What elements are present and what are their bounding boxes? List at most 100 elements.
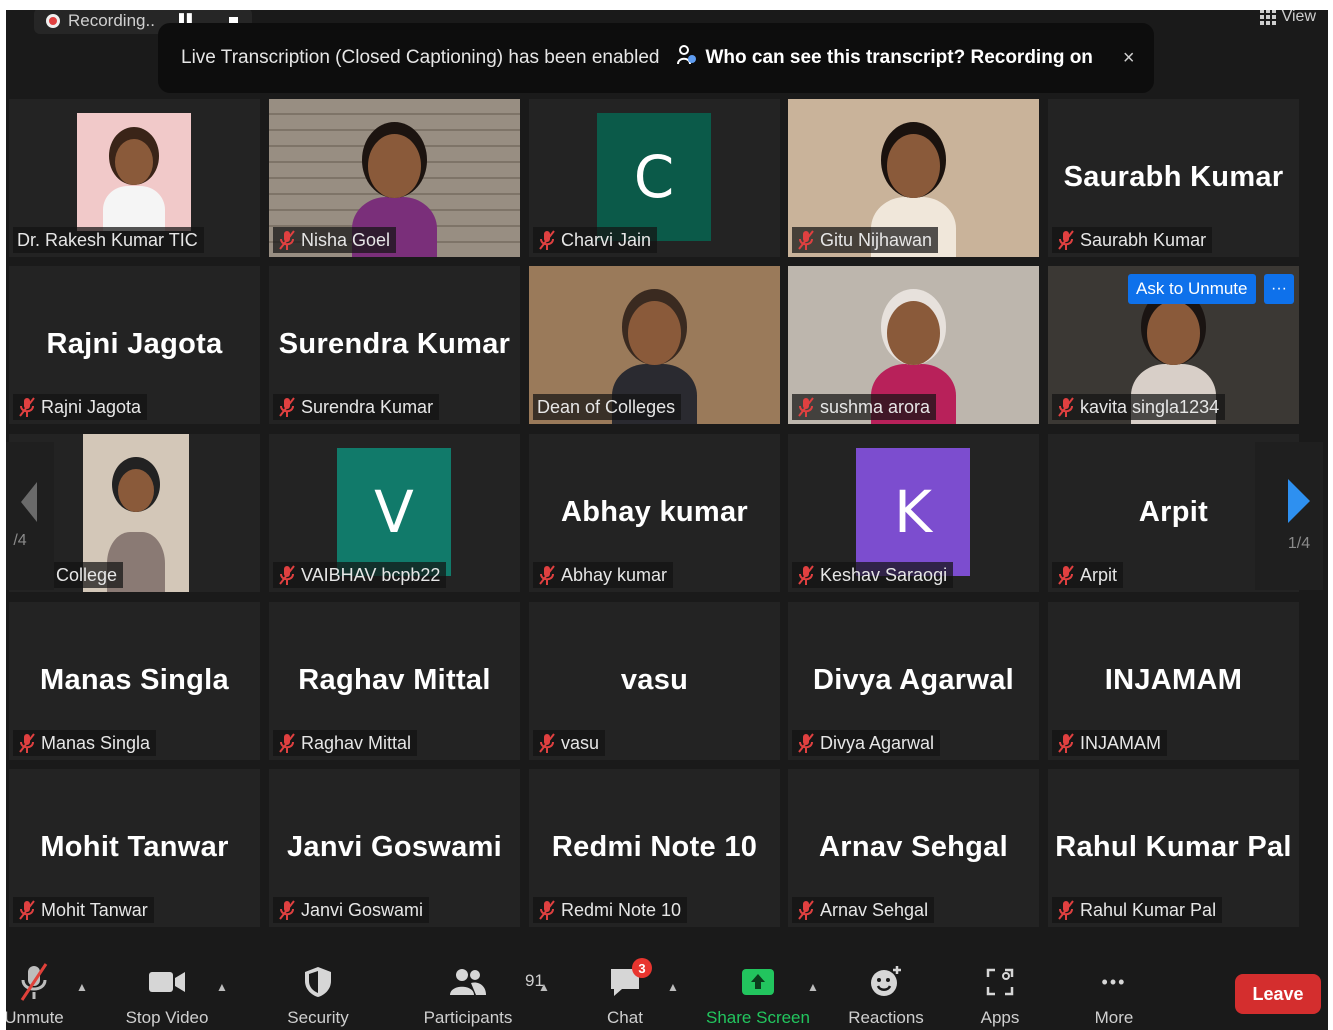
- security-button[interactable]: Security: [263, 962, 373, 1028]
- muted-microphone-icon: [277, 229, 297, 251]
- who-can-see-transcript-link[interactable]: Who can see this transcript? Recording o…: [705, 47, 1092, 69]
- participant-tile[interactable]: Mohit Tanwar Mohit Tanwar: [9, 769, 260, 927]
- participant-display-name: Raghav Mittal: [298, 664, 491, 696]
- muted-microphone-icon: [796, 396, 816, 418]
- participant-display-name: INJAMAM: [1104, 664, 1243, 696]
- recording-icon: [46, 14, 60, 28]
- more-dots-icon: •••: [1101, 971, 1127, 992]
- share-screen-label: Share Screen: [706, 1008, 810, 1027]
- share-screen-button[interactable]: Share Screen: [703, 962, 813, 1028]
- leave-button[interactable]: Leave: [1235, 974, 1321, 1014]
- participant-tile[interactable]: Rajni Jagota Rajni Jagota: [9, 266, 260, 424]
- participant-name: Saurabh Kumar: [1080, 229, 1207, 250]
- participant-tile[interactable]: Nisha Goel: [269, 99, 520, 257]
- muted-microphone-icon: [277, 564, 297, 586]
- chat-options-chevron-up-icon[interactable]: ▲: [667, 980, 679, 994]
- audio-options-chevron-up-icon[interactable]: ▲: [76, 980, 88, 994]
- previous-page-button[interactable]: /4: [6, 442, 54, 590]
- share-options-chevron-up-icon[interactable]: ▲: [807, 980, 819, 994]
- view-button[interactable]: View: [1259, 10, 1316, 26]
- muted-microphone-icon: [1056, 564, 1076, 586]
- participants-options-chevron-up-icon[interactable]: ▲: [538, 980, 550, 994]
- participant-name-label: Arnav Sehgal: [792, 897, 935, 923]
- next-page-button[interactable]: 1/4: [1255, 442, 1323, 590]
- participant-tile[interactable]: V VAIBHAV bcpb22: [269, 434, 520, 592]
- participant-display-name: Divya Agarwal: [812, 664, 1015, 696]
- people-privacy-icon: [677, 44, 697, 72]
- participant-name-label: Redmi Note 10: [533, 897, 688, 923]
- participant-display-name: Redmi Note 10: [551, 831, 758, 863]
- participant-display-name: Abhay kumar: [560, 496, 749, 528]
- share-screen-icon: [740, 962, 776, 1002]
- muted-microphone-icon: [537, 732, 557, 754]
- participant-name: INJAMAM: [1080, 732, 1161, 753]
- muted-microphone-icon: [1056, 899, 1076, 921]
- participant-video: [77, 113, 191, 231]
- participant-tile[interactable]: sushma arora: [788, 266, 1039, 424]
- participant-name: VAIBHAV bcpb22: [301, 564, 441, 585]
- muted-microphone-icon: [537, 899, 557, 921]
- chevron-left-icon: [21, 482, 37, 522]
- participant-avatar: C: [597, 113, 711, 241]
- muted-microphone-icon: [796, 229, 816, 251]
- participant-tile[interactable]: Raghav Mittal Raghav Mittal: [269, 602, 520, 760]
- participant-tile[interactable]: Dean of Colleges: [529, 266, 780, 424]
- participant-tile[interactable]: vasu vasu: [529, 602, 780, 760]
- participant-tile[interactable]: Manas Singla Manas Singla: [9, 602, 260, 760]
- participant-name: Raghav Mittal: [301, 732, 412, 753]
- participant-name-label: Rajni Jagota: [13, 394, 148, 420]
- participants-button[interactable]: 91 Participants: [413, 962, 544, 1028]
- muted-microphone-icon: [17, 899, 37, 921]
- reactions-button[interactable]: Reactions: [831, 962, 941, 1028]
- more-button[interactable]: ••• More: [1059, 962, 1169, 1028]
- participant-tile[interactable]: Abhay kumar Abhay kumar: [529, 434, 780, 592]
- participant-tile[interactable]: Redmi Note 10 Redmi Note 10: [529, 769, 780, 927]
- participant-name-label: Manas Singla: [13, 730, 157, 756]
- participant-tile[interactable]: Surendra Kumar Surendra Kumar: [269, 266, 520, 424]
- participant-tile[interactable]: Divya Agarwal Divya Agarwal: [788, 602, 1039, 760]
- participant-tile[interactable]: Rahul Kumar Pal Rahul Kumar Pal: [1048, 769, 1299, 927]
- chat-button[interactable]: 3 Chat: [570, 958, 680, 1028]
- apps-button[interactable]: Apps: [945, 962, 1055, 1028]
- stop-video-button[interactable]: Stop Video: [112, 962, 222, 1028]
- muted-microphone-icon: [17, 732, 37, 754]
- muted-microphone-icon: [537, 564, 557, 586]
- participant-tile[interactable]: C Charvi Jain: [529, 99, 780, 257]
- participant-tile[interactable]: Arnav Sehgal Arnav Sehgal: [788, 769, 1039, 927]
- participant-tile[interactable]: INJAMAM INJAMAM: [1048, 602, 1299, 760]
- close-banner-icon[interactable]: ×: [1123, 47, 1135, 70]
- participant-tile[interactable]: kavita singla1234 Ask to Unmute ···: [1048, 266, 1299, 424]
- participant-name: Dean of Colleges: [537, 396, 676, 417]
- participant-name-label: Saurabh Kumar: [1052, 227, 1213, 253]
- shield-icon: [304, 962, 332, 1002]
- zoom-meeting-window: Recording.. ▌▌ View Live Transcription (…: [6, 10, 1328, 1030]
- participant-tile[interactable]: Gitu Nijhawan: [788, 99, 1039, 257]
- participant-name: Charvi Jain: [561, 229, 652, 250]
- unmute-button[interactable]: Unmute: [6, 962, 89, 1028]
- muted-microphone-icon: [796, 564, 816, 586]
- apps-icon: [985, 962, 1015, 1002]
- participant-name: Manas Singla: [41, 732, 151, 753]
- participant-name-label: Mohit Tanwar: [13, 897, 154, 923]
- participant-tile[interactable]: K Keshav Saraogi: [788, 434, 1039, 592]
- grid-view-icon: [1259, 10, 1276, 25]
- participant-name: Abhay kumar: [561, 564, 668, 585]
- participant-tile[interactable]: Dr. Rakesh Kumar TIC: [9, 99, 260, 257]
- participant-tile[interactable]: Janvi Goswami Janvi Goswami: [269, 769, 520, 927]
- participant-name: Arnav Sehgal: [820, 899, 929, 920]
- participant-display-name: Rahul Kumar Pal: [1055, 831, 1292, 863]
- participant-name-label: Nisha Goel: [273, 227, 397, 253]
- participant-name: kavita singla1234: [1080, 396, 1220, 417]
- ask-to-unmute-button[interactable]: Ask to Unmute: [1128, 274, 1256, 304]
- participant-display-name: Mohit Tanwar: [40, 831, 229, 863]
- video-options-chevron-up-icon[interactable]: ▲: [216, 980, 228, 994]
- tile-more-options-button[interactable]: ···: [1264, 274, 1294, 304]
- participant-name-label: vasu: [533, 730, 606, 756]
- participant-name-label: Abhay kumar: [533, 562, 674, 588]
- participant-name: Divya Agarwal: [820, 732, 935, 753]
- participant-name: Gitu Nijhawan: [820, 229, 933, 250]
- participant-avatar: K: [856, 448, 970, 576]
- participant-name-label: VAIBHAV bcpb22: [273, 562, 447, 588]
- participant-tile[interactable]: Saurabh Kumar Saurabh Kumar: [1048, 99, 1299, 257]
- participant-name: Keshav Saraogi: [820, 564, 948, 585]
